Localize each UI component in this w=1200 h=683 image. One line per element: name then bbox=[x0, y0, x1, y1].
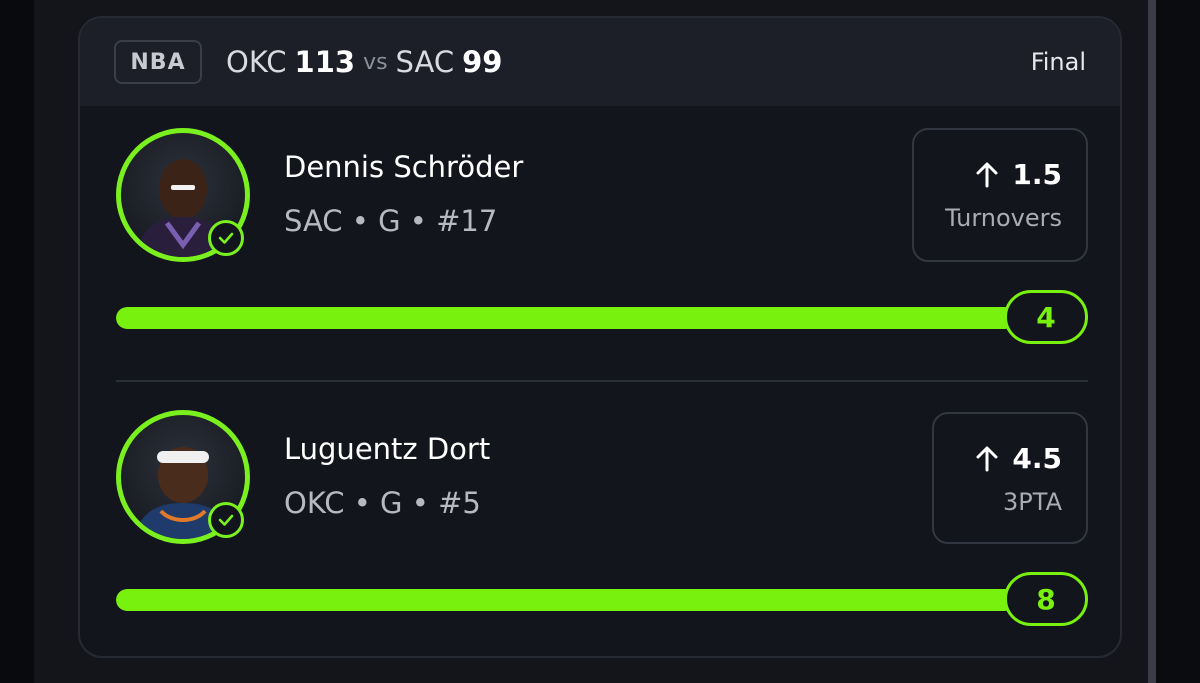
league-badge: NBA bbox=[114, 40, 202, 84]
player-meta: OKC • G • #5 bbox=[284, 486, 481, 520]
result-value: 8 bbox=[1004, 572, 1088, 626]
progress-bar bbox=[116, 589, 1016, 611]
prop-stat-label: Turnovers bbox=[945, 204, 1062, 232]
progress-bar bbox=[116, 307, 1016, 329]
scrollbar[interactable] bbox=[1148, 0, 1156, 683]
prop-line: 1.5 bbox=[972, 158, 1062, 191]
player-meta: SAC • G • #17 bbox=[284, 204, 498, 238]
player-row[interactable]: Luguentz Dort OKC • G • #5 4.5 3PTA 8 bbox=[80, 410, 1120, 650]
background-right bbox=[1156, 0, 1200, 683]
vs-label: vs bbox=[363, 49, 388, 75]
checkmark-icon bbox=[208, 502, 244, 538]
game-header: NBA OKC 113 vs SAC 99 Final bbox=[80, 18, 1120, 106]
result-value: 4 bbox=[1004, 290, 1088, 344]
progress-fill bbox=[116, 307, 1016, 329]
player-name: Luguentz Dort bbox=[284, 432, 491, 466]
prop-line: 4.5 bbox=[972, 442, 1062, 475]
matchup: OKC 113 vs SAC 99 bbox=[226, 40, 502, 84]
prop-line-value: 4.5 bbox=[1012, 442, 1062, 475]
background-left bbox=[0, 0, 34, 683]
game-status: Final bbox=[1030, 48, 1086, 76]
player-name: Dennis Schröder bbox=[284, 150, 524, 184]
prop-line-box: 4.5 3PTA bbox=[932, 412, 1088, 544]
arrow-up-icon bbox=[976, 162, 998, 187]
arrow-up-icon bbox=[976, 446, 998, 471]
player-row[interactable]: Dennis Schröder SAC • G • #17 1.5 Turnov… bbox=[80, 128, 1120, 368]
team-a-score: 113 bbox=[294, 45, 356, 79]
progress-fill bbox=[116, 589, 1016, 611]
divider bbox=[116, 380, 1088, 382]
prop-stat-label: 3PTA bbox=[1003, 488, 1062, 516]
team-a-name: OKC bbox=[226, 45, 287, 79]
game-card[interactable]: NBA OKC 113 vs SAC 99 Final Dennis Schrö… bbox=[78, 16, 1122, 658]
team-b-name: SAC bbox=[395, 45, 455, 79]
team-b-score: 99 bbox=[462, 45, 503, 79]
checkmark-icon bbox=[208, 220, 244, 256]
prop-line-box: 1.5 Turnovers bbox=[912, 128, 1088, 262]
prop-line-value: 1.5 bbox=[1012, 158, 1062, 191]
